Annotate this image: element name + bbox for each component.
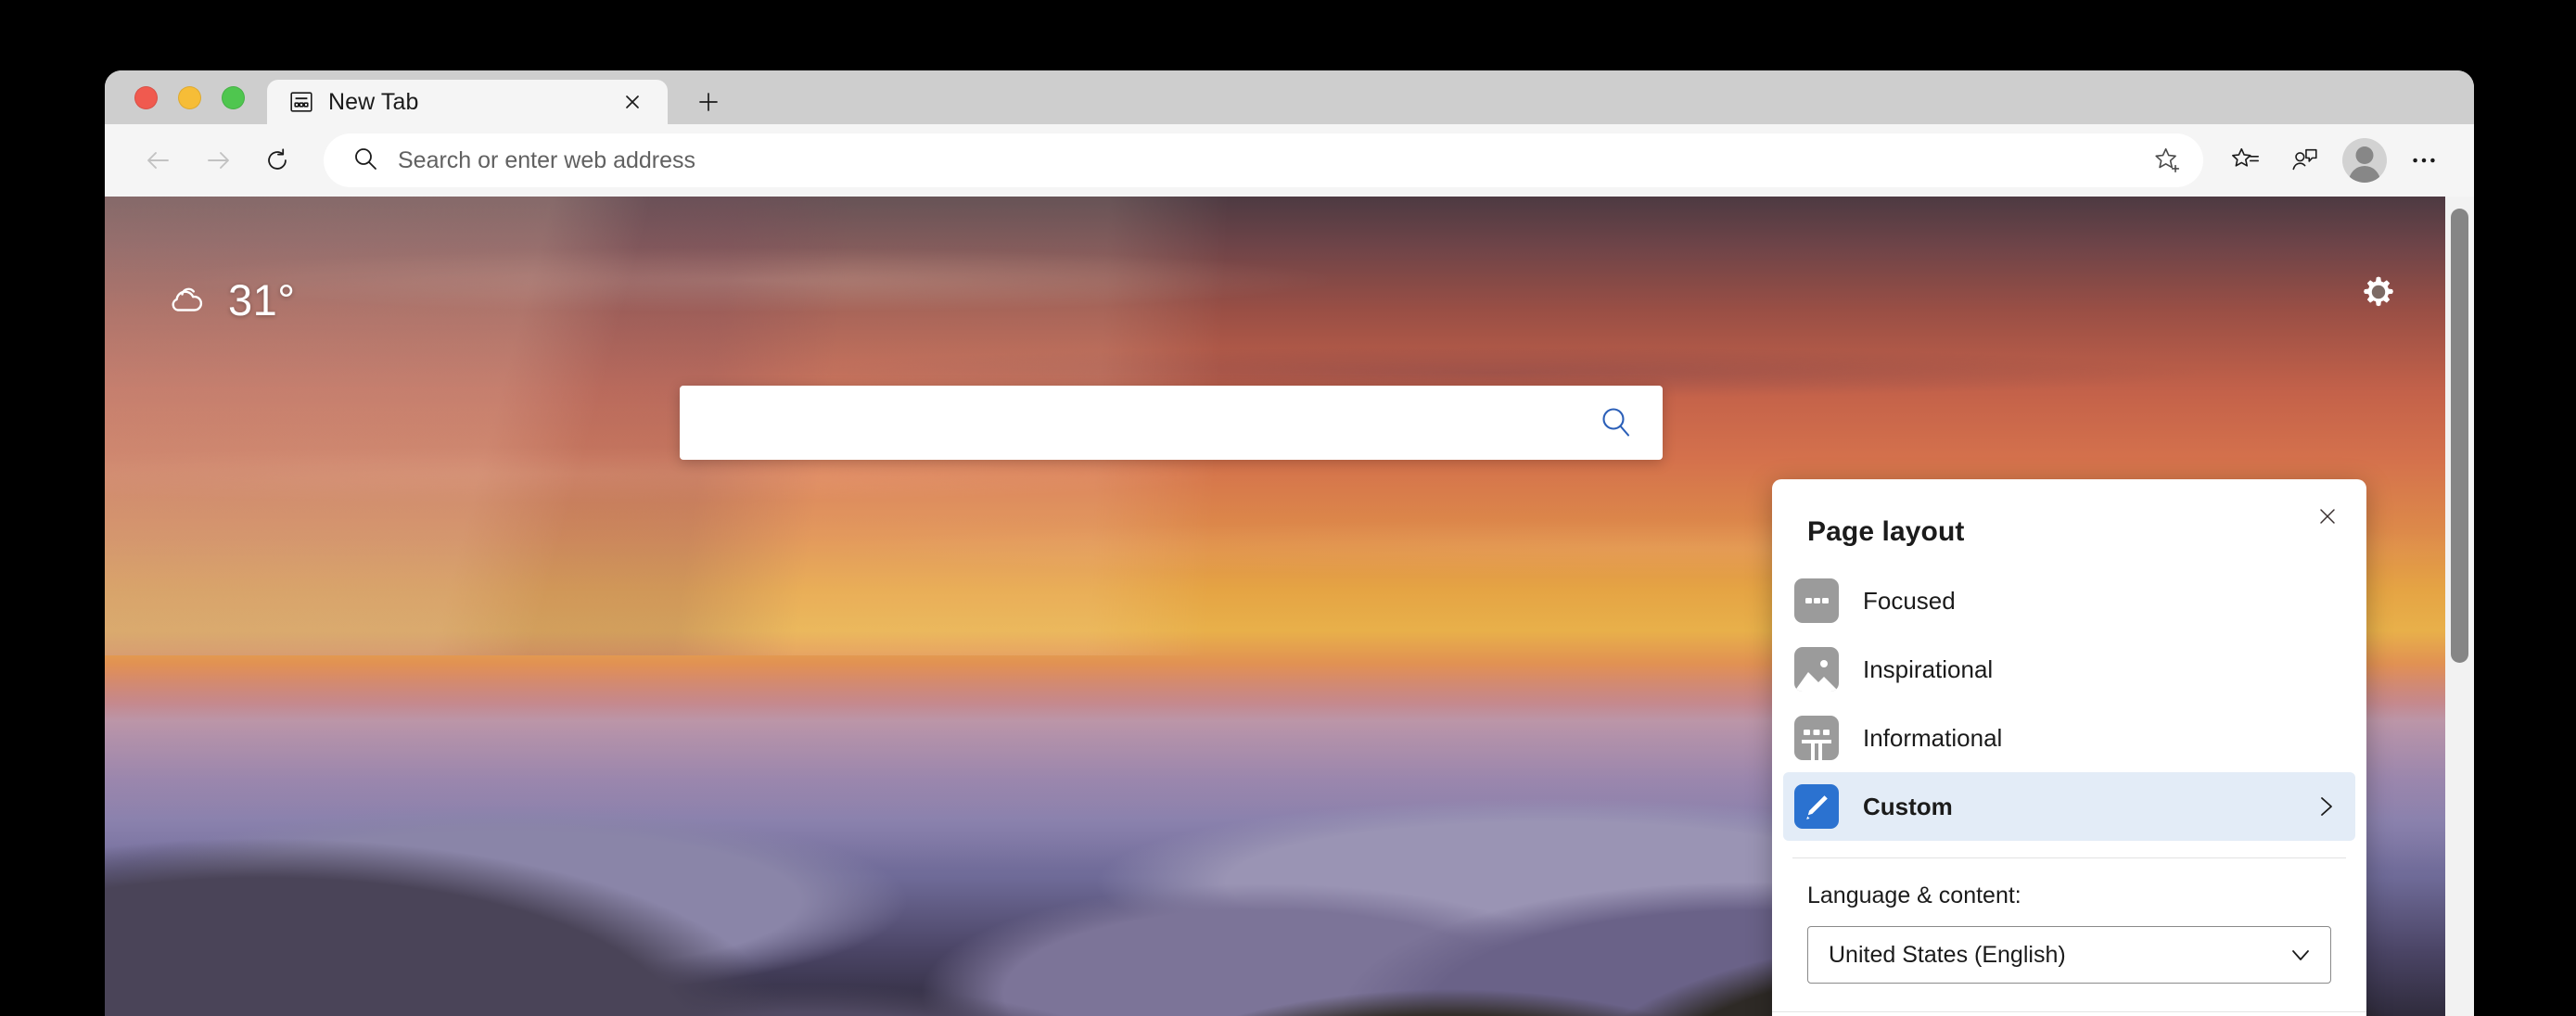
forward-button[interactable] [188, 131, 248, 190]
ntp-search-box[interactable] [679, 386, 1663, 460]
tab-list: New Tab [267, 70, 734, 124]
avatar-body [2349, 166, 2380, 183]
new-tab-button[interactable] [682, 80, 734, 124]
panel-footer: Privacy · Terms of use [1772, 1012, 2366, 1016]
layout-option-label: Focused [1863, 586, 1956, 615]
language-and-content-section: Language & content: United States (Engli… [1772, 858, 2366, 1011]
page-title: Page layout [1807, 516, 1965, 547]
chevron-down-icon [2288, 942, 2314, 968]
profile-avatar[interactable] [2342, 138, 2387, 183]
settings-and-more-button[interactable] [2394, 131, 2454, 190]
search-icon [351, 145, 379, 177]
browser-window: New Tab Search or enter web address 31° … [105, 70, 2474, 1016]
layout-option-inspirational[interactable]: Inspirational [1783, 635, 2355, 704]
favorites-button[interactable] [2216, 131, 2276, 190]
ntp-search-input[interactable] [710, 386, 1594, 460]
back-button[interactable] [129, 131, 188, 190]
language-select-value: United States (English) [1829, 941, 2066, 968]
weather-widget[interactable]: 31° [165, 278, 296, 322]
tab-title: New Tab [328, 88, 419, 115]
informational-layout-icon [1794, 716, 1839, 760]
window-minimize-button[interactable] [178, 85, 201, 109]
layout-option-label: Informational [1863, 723, 2003, 752]
refresh-button[interactable] [248, 131, 307, 190]
new-tab-page-icon [289, 90, 313, 114]
chevron-right-icon[interactable] [2313, 794, 2339, 819]
new-tab-page: 31° Page layout Focused Inspirational In… [105, 197, 2474, 1016]
layout-option-label: Custom [1863, 792, 1953, 820]
page-layout-panel: Page layout Focused Inspirational Inform… [1772, 479, 2366, 1016]
layout-option-focused[interactable]: Focused [1783, 566, 2355, 635]
address-input[interactable] [398, 133, 2123, 187]
tab-strip: New Tab [105, 70, 2474, 124]
page-scrollbar-thumb[interactable] [2451, 209, 2468, 663]
pencil-icon [1794, 784, 1839, 829]
ntp-search-icon[interactable] [1594, 400, 1639, 445]
window-maximize-button[interactable] [222, 85, 245, 109]
address-bar[interactable] [324, 133, 2203, 187]
avatar-head [2355, 146, 2374, 164]
gear-icon[interactable] [2353, 266, 2404, 318]
inspirational-layout-icon [1794, 647, 1839, 692]
layout-option-label: Inspirational [1863, 654, 1994, 683]
window-traffic-lights [105, 70, 267, 124]
cloud-icon [165, 281, 210, 319]
language-select[interactable]: United States (English) [1807, 926, 2331, 984]
page-scrollbar[interactable] [2445, 197, 2474, 1016]
focused-layout-icon [1794, 578, 1839, 623]
browser-toolbar [105, 124, 2474, 197]
layout-option-custom[interactable]: Custom [1783, 772, 2355, 841]
window-close-button[interactable] [134, 85, 158, 109]
layout-option-informational[interactable]: Informational [1783, 704, 2355, 772]
add-favorite-star-icon[interactable] [2142, 134, 2194, 186]
layout-options-list: Focused Inspirational Informational Cust… [1772, 553, 2366, 848]
collections-button[interactable] [2276, 131, 2335, 190]
close-icon[interactable] [2309, 498, 2346, 535]
tab-close-button[interactable] [614, 83, 651, 121]
language-label: Language & content: [1807, 883, 2021, 908]
tab-new-tab[interactable]: New Tab [267, 80, 668, 124]
weather-temperature: 31° [228, 275, 296, 324]
